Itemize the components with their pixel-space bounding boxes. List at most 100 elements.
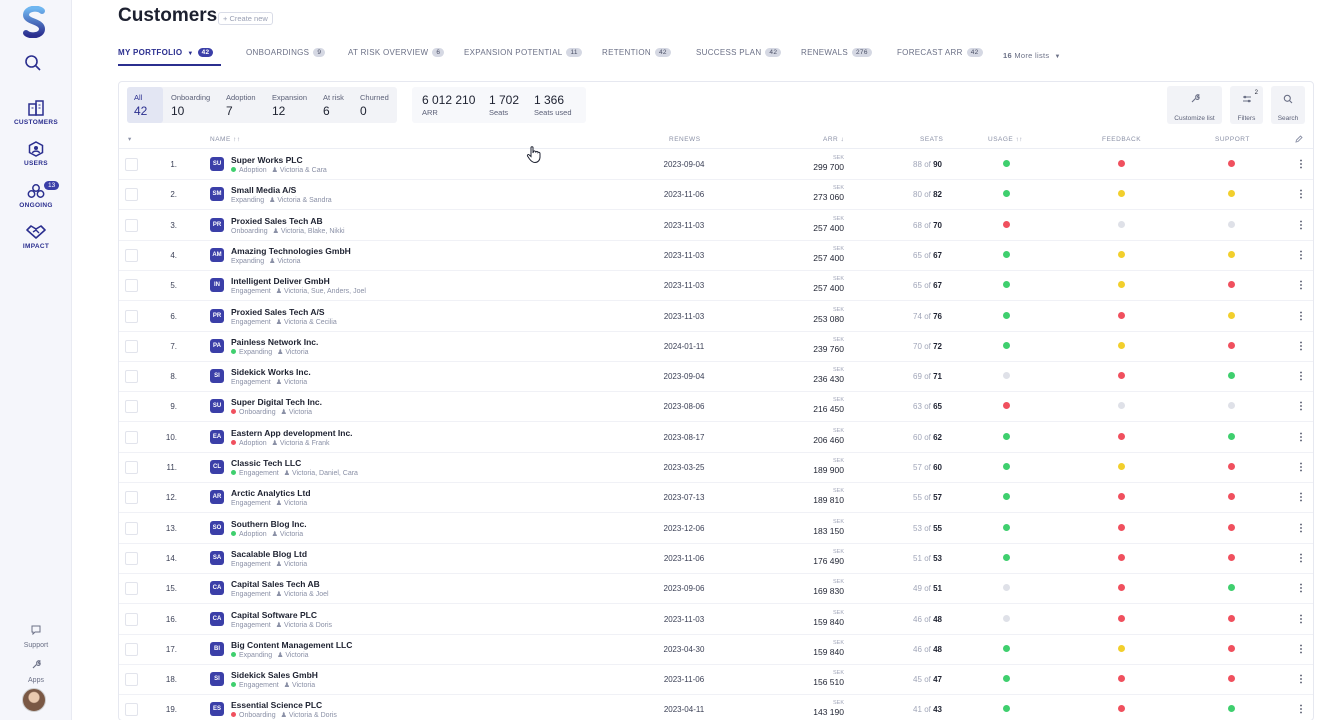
row-menu-icon[interactable]: ⋮ <box>1296 553 1306 564</box>
row-menu-icon[interactable]: ⋮ <box>1296 280 1306 291</box>
search-icon[interactable] <box>24 54 42 72</box>
column-renews[interactable]: RENEWS <box>669 136 701 143</box>
column-name[interactable]: NAME ↑↑ <box>210 136 241 143</box>
company-name[interactable]: Amazing Technologies GmbH <box>231 246 351 256</box>
table-row[interactable]: 10. EA Eastern App development Inc. Adoptio… <box>119 423 1313 453</box>
customize-list-button[interactable]: Customize list <box>1167 86 1222 124</box>
company-name[interactable]: Capital Software PLC <box>231 610 317 620</box>
row-checkbox[interactable] <box>125 248 138 262</box>
edit-columns-pencil-icon[interactable] <box>1295 135 1303 143</box>
row-checkbox[interactable] <box>125 279 138 293</box>
company-name[interactable]: Southern Blog Inc. <box>231 519 307 529</box>
tab-my-portfolio[interactable]: MY PORTFOLIO ▼ 42 <box>118 48 214 57</box>
apps-button[interactable]: Apps <box>0 657 72 684</box>
segment-expansion[interactable]: Expansion 12 <box>265 87 314 123</box>
table-row[interactable]: 8. SI Sidekick Works Inc. Engagement ♟ Victo… <box>119 362 1313 393</box>
row-menu-icon[interactable]: ⋮ <box>1296 583 1306 594</box>
company-name[interactable]: Super Digital Tech Inc. <box>231 397 322 407</box>
row-menu-icon[interactable]: ⋮ <box>1296 371 1306 382</box>
tab-forecast-arr[interactable]: FORECAST ARR 42 <box>897 48 983 57</box>
row-menu-icon[interactable]: ⋮ <box>1296 189 1306 200</box>
tab-success-plan[interactable]: SUCCESS PLAN 42 <box>696 48 782 57</box>
create-new-button[interactable]: + Create new <box>218 12 273 25</box>
table-row[interactable]: 19. ES Essential Science PLC Onboarding ♟ Vi… <box>119 695 1313 720</box>
company-name[interactable]: Sidekick Works Inc. <box>231 367 311 377</box>
row-menu-icon[interactable]: ⋮ <box>1296 401 1306 412</box>
row-checkbox[interactable] <box>125 551 138 565</box>
row-menu-icon[interactable]: ⋮ <box>1296 492 1306 503</box>
tab-retention[interactable]: RETENTION 42 <box>602 48 671 57</box>
row-menu-icon[interactable]: ⋮ <box>1296 341 1306 352</box>
column-seats[interactable]: SEATS <box>920 136 943 143</box>
company-name[interactable]: Sidekick Sales GmbH <box>231 670 318 680</box>
company-name[interactable]: Arctic Analytics Ltd <box>231 488 311 498</box>
row-checkbox[interactable] <box>125 642 138 656</box>
company-name[interactable]: Essential Science PLC <box>231 700 322 710</box>
company-name[interactable]: Small Media A/S <box>231 185 296 195</box>
segment-all[interactable]: All 42 <box>127 87 163 123</box>
column-support[interactable]: SUPPORT <box>1215 136 1250 143</box>
company-name[interactable]: Painless Network Inc. <box>231 337 318 347</box>
column-usage[interactable]: USAGE ↑↑ <box>988 136 1023 143</box>
support-button[interactable]: Support <box>0 622 72 649</box>
segment-adoption[interactable]: Adoption 7 <box>219 87 263 123</box>
row-checkbox[interactable] <box>125 339 138 353</box>
table-row[interactable]: 17. BI Big Content Management LLC Expanding… <box>119 635 1313 665</box>
row-checkbox[interactable] <box>125 612 138 626</box>
table-row[interactable]: 18. SI Sidekick Sales GmbH Engagement ♟ Vict… <box>119 665 1313 696</box>
row-checkbox[interactable] <box>125 461 138 474</box>
row-checkbox[interactable] <box>125 521 138 535</box>
company-name[interactable]: Capital Sales Tech AB <box>231 579 320 589</box>
table-row[interactable]: 11. CL Classic Tech LLC Engagement ♟ Victori… <box>119 453 1313 483</box>
table-row[interactable]: 9. SU Super Digital Tech Inc. Onboarding ♟ V… <box>119 392 1313 423</box>
row-checkbox[interactable] <box>125 400 138 414</box>
more-lists-dropdown[interactable]: 16 More lists ▼ <box>1003 51 1061 60</box>
company-name[interactable]: Super Works PLC <box>231 155 303 165</box>
row-checkbox[interactable] <box>125 158 138 171</box>
table-row[interactable]: 7. PA Painless Network Inc. Expanding ♟ Vict… <box>119 332 1313 362</box>
nav-users[interactable]: USERS <box>0 141 72 181</box>
company-name[interactable]: Proxied Sales Tech A/S <box>231 307 325 317</box>
table-row[interactable]: 1. SU Super Works PLC Adoption ♟ Victoria & … <box>119 150 1313 180</box>
row-menu-icon[interactable]: ⋮ <box>1296 250 1306 261</box>
company-name[interactable]: Eastern App development Inc. <box>231 428 353 438</box>
row-checkbox[interactable] <box>125 582 138 596</box>
avatar[interactable] <box>22 688 46 712</box>
row-menu-icon[interactable]: ⋮ <box>1296 644 1306 655</box>
row-menu-icon[interactable]: ⋮ <box>1296 614 1306 625</box>
search-button[interactable]: Search <box>1271 86 1305 124</box>
company-name[interactable]: Proxied Sales Tech AB <box>231 216 323 226</box>
row-menu-icon[interactable]: ⋮ <box>1296 674 1306 685</box>
company-name[interactable]: Classic Tech LLC <box>231 458 301 468</box>
nav-impact[interactable]: IMPACT <box>0 224 72 264</box>
row-checkbox[interactable] <box>125 188 138 202</box>
row-menu-icon[interactable]: ⋮ <box>1296 432 1306 443</box>
table-row[interactable]: 5. IN Intelligent Deliver GmbH Engagement ♟ … <box>119 271 1313 302</box>
segment-at-risk[interactable]: At risk 6 <box>316 87 351 123</box>
company-name[interactable]: Sacalable Blog Ltd <box>231 549 307 559</box>
table-row[interactable]: 13. SO Southern Blog Inc. Adoption ♟ Victori… <box>119 514 1313 544</box>
row-checkbox[interactable] <box>125 491 138 505</box>
table-row[interactable]: 14. SA Sacalable Blog Ltd Engagement ♟ Victo… <box>119 544 1313 574</box>
table-row[interactable]: 2. SM Small Media A/S Expanding ♟ Victoria &… <box>119 180 1313 211</box>
row-menu-icon[interactable]: ⋮ <box>1296 311 1306 322</box>
row-checkbox[interactable] <box>125 430 138 444</box>
table-row[interactable]: 6. PR Proxied Sales Tech A/S Engagement ♟ Vi… <box>119 302 1313 332</box>
app-logo[interactable] <box>22 6 46 38</box>
tab-onboardings[interactable]: ONBOARDINGS 9 <box>246 48 326 57</box>
table-row[interactable]: 12. AR Arctic Analytics Ltd Engagement ♟ Vic… <box>119 483 1313 514</box>
table-row[interactable]: 16. CA Capital Software PLC Engagement ♟ Vic… <box>119 605 1313 635</box>
filters-button[interactable]: Filters 2 <box>1230 86 1263 124</box>
table-row[interactable]: 15. CA Capital Sales Tech AB Engagement ♟ Vi… <box>119 574 1313 605</box>
segment-onboarding[interactable]: Onboarding 10 <box>164 87 217 123</box>
column-arr[interactable]: ARR ↓ <box>823 136 844 143</box>
row-menu-icon[interactable]: ⋮ <box>1296 220 1306 231</box>
row-checkbox[interactable] <box>125 309 138 323</box>
company-name[interactable]: Intelligent Deliver GmbH <box>231 276 330 286</box>
company-name[interactable]: Big Content Management LLC <box>231 640 352 650</box>
select-all-chevron-icon[interactable]: ▾ <box>128 135 132 143</box>
row-checkbox[interactable] <box>125 673 138 687</box>
tab-at-risk-overview[interactable]: AT RISK OVERVIEW 6 <box>348 48 445 57</box>
table-row[interactable]: 4. AM Amazing Technologies GmbH Expanding ♟ … <box>119 241 1313 271</box>
table-row[interactable]: 3. PR Proxied Sales Tech AB Onboarding ♟ Vic… <box>119 211 1313 241</box>
